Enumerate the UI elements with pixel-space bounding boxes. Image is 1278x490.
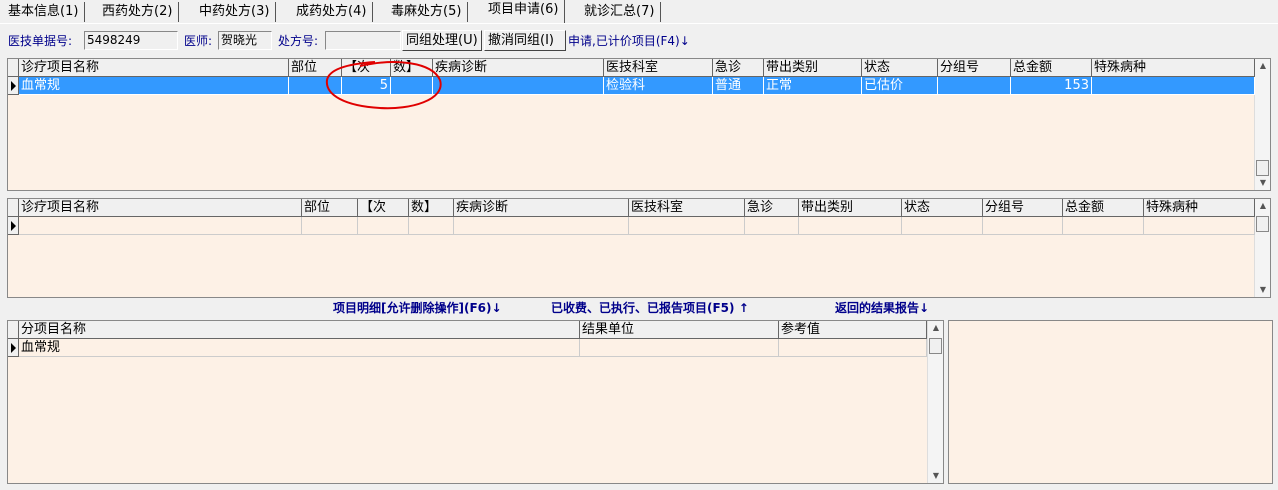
red-circle-annotation — [325, 61, 442, 110]
